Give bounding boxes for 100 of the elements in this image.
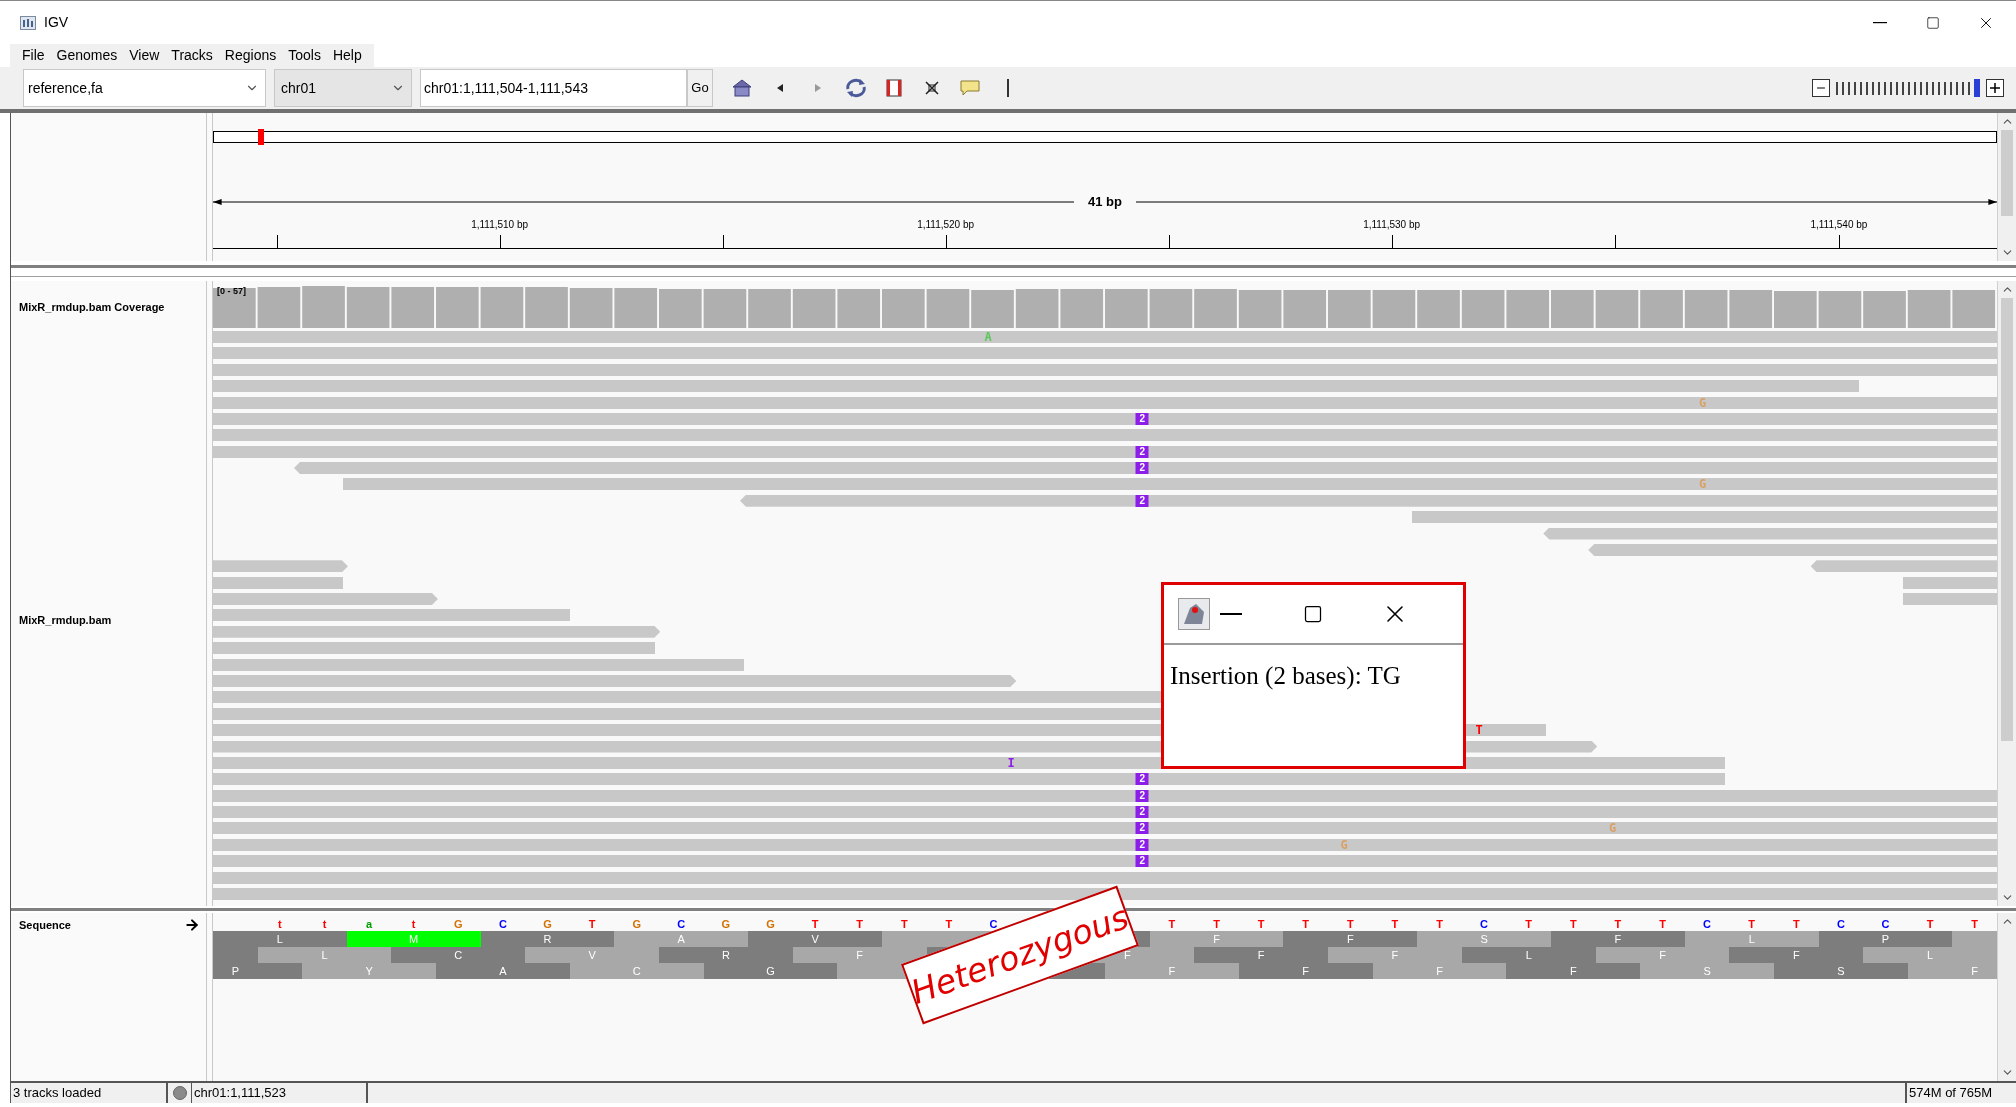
sequence-base: a [365, 917, 374, 931]
codon-block: F [1328, 947, 1462, 963]
minimize-icon [1220, 613, 1242, 615]
insertion-count: 2 [1135, 412, 1149, 425]
codon-block: L [1461, 947, 1596, 963]
sequence-base: T [1301, 917, 1311, 931]
insertion-count: 2 [1135, 838, 1149, 851]
go-button[interactable]: Go [687, 69, 713, 107]
sequence-base: C [676, 917, 687, 931]
track-name: Sequence [19, 918, 71, 933]
scrollbar-thumb[interactable] [2001, 130, 2013, 216]
codon-block: A [614, 931, 749, 947]
sequence-base: T [1747, 917, 1757, 931]
sequence-base: T [1390, 917, 1400, 931]
sequence-base: T [1212, 917, 1221, 931]
mismatch-base: I [1007, 756, 1015, 769]
maximize-icon [1303, 604, 1323, 624]
region-marker [258, 129, 264, 145]
codon-block: P [1818, 931, 1953, 947]
menu-item[interactable]: Help [326, 45, 368, 66]
status-locus: chr01:1,111,523 [192, 1083, 368, 1103]
insertion-count: 2 [1135, 822, 1149, 835]
insertion-count: 2 [1135, 773, 1149, 786]
span-label: 41 bp [1087, 193, 1123, 212]
sequence-base: T [1167, 917, 1177, 931]
genome-dropdown[interactable]: reference,fa [23, 69, 266, 107]
menu-item[interactable]: Genomes [50, 45, 124, 66]
minimize-icon [1872, 21, 1887, 24]
codon-block: F [1238, 963, 1373, 979]
tick-label: 1,111,520 bp [917, 218, 975, 232]
mismatch-base: G [1699, 396, 1707, 409]
menu-item[interactable]: Tools [282, 45, 327, 66]
sequence-base: T [899, 917, 909, 931]
sequence-base: C [1479, 917, 1490, 931]
codon-block: S [1417, 931, 1551, 947]
scrollbar-thumb[interactable] [2001, 298, 2013, 742]
codon-block: R [659, 947, 793, 963]
chromosome-dropdown[interactable]: chr01 [274, 69, 412, 107]
codon-block: C [391, 947, 526, 963]
zoom-in-button[interactable] [1986, 79, 2004, 97]
sequence-base: T [1524, 917, 1534, 931]
codon-block: F [1506, 963, 1641, 979]
strand-arrow-icon[interactable] [184, 917, 200, 934]
scrollbar[interactable] [1997, 113, 2016, 261]
zoom-out-button[interactable] [1812, 79, 1830, 97]
codon-block: A [436, 963, 570, 979]
sequence-base: T [1658, 917, 1667, 931]
sequence-base: G [542, 917, 553, 931]
codon-block: M [346, 931, 481, 947]
sequence-base: t [277, 917, 283, 931]
codon-block: L [213, 931, 347, 947]
menu-item[interactable]: View [123, 45, 166, 66]
codon-block: F [1283, 931, 1418, 947]
codon-block: F [792, 947, 927, 963]
sequence-base: T [1970, 917, 1980, 931]
status-message: 3 tracks loaded [11, 1083, 168, 1103]
menu-item[interactable]: File [16, 45, 51, 66]
menu-item[interactable]: Tracks [165, 45, 219, 66]
codon-block: V [525, 947, 659, 963]
codon-block: L [1863, 947, 1997, 963]
codon-block: R [480, 931, 615, 947]
menu-item[interactable]: Regions [218, 45, 283, 66]
insertion-count: 2 [1135, 462, 1149, 475]
cup-icon [1178, 598, 1210, 630]
scrollbar[interactable] [1997, 913, 2016, 1081]
codon-block: C [569, 963, 704, 979]
sequence-base: T [1345, 917, 1355, 931]
codon-block: F [1729, 947, 1864, 963]
sequence-base: G [720, 917, 732, 931]
sequence-base: t [321, 917, 328, 931]
sequence-base: T [855, 917, 865, 931]
zoom-slider[interactable] [1836, 79, 1980, 97]
sequence-base: G [453, 917, 464, 931]
scrollbar[interactable] [1997, 281, 2016, 906]
codon-block: Y [302, 963, 436, 979]
sequence-base: C [1702, 917, 1713, 931]
sequence-base: G [631, 917, 642, 931]
insertion-count: 2 [1135, 445, 1149, 458]
insertion-count: 2 [1135, 806, 1149, 818]
sequence-base: G [765, 917, 776, 931]
mismatch-base: A [984, 331, 992, 343]
tick-label: 1,111,530 bp [1363, 218, 1421, 232]
plus-icon [1989, 82, 2001, 94]
sequence-base: C [1880, 917, 1891, 931]
tick-label: 1,111,510 bp [471, 218, 529, 232]
codon-block: V [748, 931, 882, 947]
status-indicator-icon [172, 1086, 187, 1100]
sequence-base: C [1835, 917, 1846, 931]
insertion-count: 2 [1135, 494, 1149, 507]
locus-field[interactable]: chr01:1,111,504-1,111,543 [420, 69, 687, 107]
codon-block: F [1194, 947, 1328, 963]
insertion-count: 2 [1135, 855, 1149, 868]
sequence-base: T [810, 917, 820, 931]
zoom-thumb[interactable] [1974, 79, 1980, 97]
mismatch-base: G [1609, 822, 1617, 835]
insertion-count: 2 [1135, 789, 1149, 802]
mismatch-base: G [1340, 838, 1348, 851]
mismatch-base: T [1475, 724, 1483, 737]
codon-block: S [1774, 963, 1908, 979]
sequence-base: T [1791, 917, 1801, 931]
